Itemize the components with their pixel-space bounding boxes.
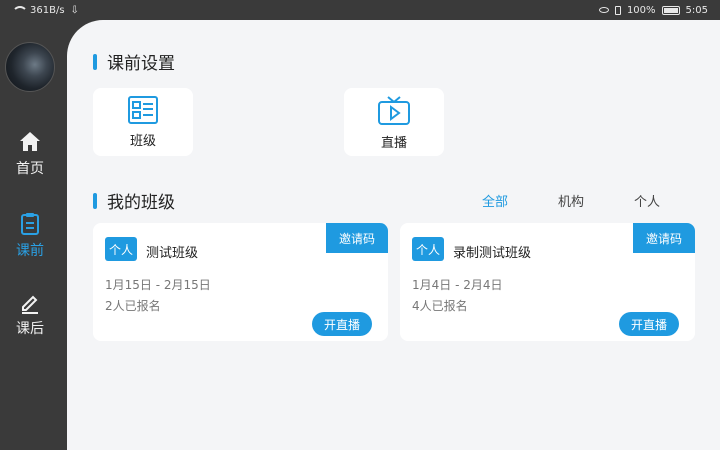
sidebar-item-label: 首页 xyxy=(16,161,44,177)
start-live-button[interactable]: 开直播 xyxy=(312,312,372,336)
wifi-icon xyxy=(12,5,28,15)
title-accent-bar xyxy=(93,53,97,70)
usb-icon: ⇩ xyxy=(70,4,79,16)
eye-icon xyxy=(598,7,609,13)
class-list-icon xyxy=(128,96,158,124)
invite-code-button[interactable]: 邀请码 xyxy=(326,223,388,253)
live-tile[interactable]: 直播 xyxy=(344,88,444,156)
main-panel: 课前设置 班级 直播 我的班级 全部 机构 个人 个人 测试班级 邀请码 1月1… xyxy=(67,20,720,450)
tv-play-icon xyxy=(378,96,410,125)
battery-icon xyxy=(661,5,680,15)
tab-personal[interactable]: 个人 xyxy=(609,191,685,210)
class-type-badge: 个人 xyxy=(105,237,137,261)
live-tile-label: 直播 xyxy=(380,136,407,151)
invite-code-button[interactable]: 邀请码 xyxy=(633,223,695,253)
clipboard-icon xyxy=(21,213,39,235)
sidebar-item-post-class[interactable]: 课后 xyxy=(0,292,60,338)
sidebar-item-home[interactable]: 首页 xyxy=(0,130,60,178)
battery-percent: 100% xyxy=(626,4,656,16)
class-type-badge: 个人 xyxy=(412,237,444,261)
title-accent-bar xyxy=(93,192,97,209)
tab-institution[interactable]: 机构 xyxy=(533,191,609,210)
network-speed: 361B/s xyxy=(30,4,65,16)
class-card[interactable]: 个人 录制测试班级 邀请码 1月4日 - 2月4日 4人已报名 开直播 xyxy=(400,223,695,341)
edit-icon xyxy=(22,295,38,314)
clock: 5:05 xyxy=(685,4,708,16)
enrolled-count: 2人已报名 xyxy=(105,299,161,313)
class-name: 测试班级 xyxy=(146,246,199,261)
my-classes-title: 我的班级 xyxy=(93,188,175,213)
class-dates: 1月4日 - 2月4日 xyxy=(412,278,503,292)
enrolled-count: 4人已报名 xyxy=(412,299,468,313)
class-name: 录制测试班级 xyxy=(453,246,532,261)
avatar[interactable] xyxy=(5,42,55,92)
status-bar: 361B/s ⇩ 100% 5:05 xyxy=(0,0,720,20)
home-icon xyxy=(20,132,40,151)
sidebar: 首页 课前 课后 xyxy=(0,20,67,450)
pre-class-settings-title: 课前设置 xyxy=(93,49,175,74)
class-card[interactable]: 个人 测试班级 邀请码 1月15日 - 2月15日 2人已报名 开直播 xyxy=(93,223,388,341)
sidebar-item-label: 课后 xyxy=(16,321,44,337)
start-live-button[interactable]: 开直播 xyxy=(619,312,679,336)
class-tile-label: 班级 xyxy=(129,134,156,149)
class-filter-tabs: 全部 机构 个人 xyxy=(457,191,685,210)
class-tile[interactable]: 班级 xyxy=(93,88,193,156)
vibrate-icon xyxy=(614,5,621,15)
class-dates: 1月15日 - 2月15日 xyxy=(105,278,211,292)
sidebar-item-label: 课前 xyxy=(16,243,44,259)
tab-all[interactable]: 全部 xyxy=(457,191,533,210)
sidebar-item-pre-class[interactable]: 课前 xyxy=(0,212,60,260)
